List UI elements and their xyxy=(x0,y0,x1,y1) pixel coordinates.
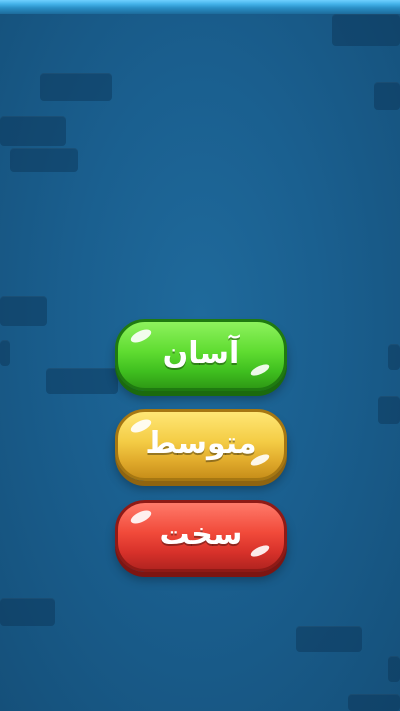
medium-label: متوسط xyxy=(145,425,257,461)
button-shine xyxy=(128,507,154,527)
hard-label: سخت xyxy=(159,516,243,552)
difficulty-menu: آسان متوسط سخت xyxy=(0,0,400,711)
easy-label: آسان xyxy=(162,335,240,371)
hard-button[interactable]: سخت xyxy=(115,500,287,572)
button-shine xyxy=(128,326,154,346)
button-shine xyxy=(249,362,271,378)
easy-button[interactable]: آسان xyxy=(115,319,287,391)
button-shine xyxy=(249,543,271,559)
game-screen: آسان متوسط سخت xyxy=(0,0,400,711)
medium-button[interactable]: متوسط xyxy=(115,409,287,481)
